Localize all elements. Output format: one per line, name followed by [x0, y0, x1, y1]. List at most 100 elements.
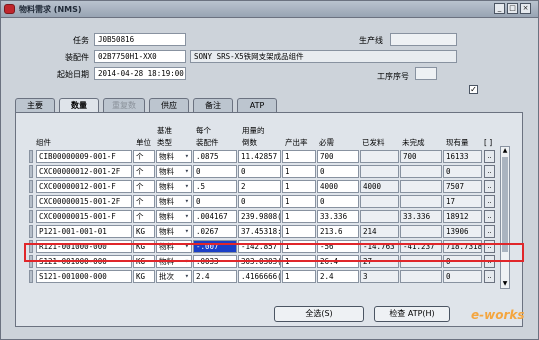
cell-component[interactable]: CXC00000012-001-F	[36, 180, 132, 193]
cell-onhand[interactable]: 718.7318	[443, 240, 482, 253]
cell-per[interactable]: .004167	[193, 210, 237, 223]
cell-inverse[interactable]: 37.45318:	[238, 225, 281, 238]
vertical-scrollbar[interactable]: ▲ ▼	[500, 146, 510, 289]
cell-inverse[interactable]: 2	[238, 180, 281, 193]
production-line-field[interactable]	[390, 33, 457, 46]
cell-open[interactable]	[400, 180, 442, 193]
cell-issued[interactable]: -14.763	[360, 240, 399, 253]
cell-per[interactable]: -.007	[193, 240, 237, 253]
cell-component[interactable]: R121-001000-000	[36, 240, 132, 253]
cell-inverse[interactable]: 239.9808(	[238, 210, 281, 223]
tab-atp[interactable]: ATP	[237, 98, 277, 113]
cell-component[interactable]: CXC00000012-001-2F	[36, 165, 132, 178]
cell-open[interactable]: 700	[400, 150, 442, 163]
minimize-icon[interactable]: _	[494, 3, 505, 14]
cell-per[interactable]: 0	[193, 195, 237, 208]
cell-yield[interactable]: 1	[282, 150, 316, 163]
cell-required[interactable]: 700	[317, 150, 359, 163]
cell-onhand[interactable]: 0	[443, 270, 482, 283]
cell-uom[interactable]: 个	[133, 165, 155, 178]
cell-inverse[interactable]: 11.42857	[238, 150, 281, 163]
cell-yield[interactable]: 1	[282, 165, 316, 178]
row-more-button[interactable]: ..	[484, 210, 495, 223]
cell-open[interactable]	[400, 225, 442, 238]
cell-issued[interactable]: 27	[360, 255, 399, 268]
row-selector[interactable]	[29, 150, 33, 163]
cell-uom[interactable]: 个	[133, 210, 155, 223]
cell-open[interactable]: -41.237	[400, 240, 442, 253]
row-selector[interactable]	[29, 270, 33, 283]
tab-main[interactable]: 主要	[15, 98, 55, 113]
close-icon[interactable]: ×	[520, 3, 531, 14]
cell-per[interactable]: .0267	[193, 225, 237, 238]
cell-open[interactable]	[400, 270, 442, 283]
cell-onhand[interactable]: 16133	[443, 150, 482, 163]
cell-required[interactable]: 0	[317, 195, 359, 208]
row-more-button[interactable]: ..	[484, 270, 495, 283]
cell-uom[interactable]: 个	[133, 195, 155, 208]
cell-open[interactable]	[400, 195, 442, 208]
start-date-field[interactable]: 2014-04-28 18:19:00	[94, 67, 186, 80]
assembly-field[interactable]: 02B7750H1-XX0	[94, 50, 186, 63]
cell-uom[interactable]: KG	[133, 255, 155, 268]
cell-issued[interactable]	[360, 150, 399, 163]
cell-inverse[interactable]: 303.0303(	[238, 255, 281, 268]
cell-issued[interactable]	[360, 195, 399, 208]
row-more-button[interactable]: ..	[484, 195, 495, 208]
cell-uom[interactable]: KG	[133, 270, 155, 283]
row-selector[interactable]	[29, 180, 33, 193]
view-atp-button[interactable]: 检查 ATP(H)	[374, 306, 450, 322]
cell-uom[interactable]: KG	[133, 240, 155, 253]
cell-inverse[interactable]: -142.857	[238, 240, 281, 253]
cell-required[interactable]: 213.6	[317, 225, 359, 238]
row-more-button[interactable]: ..	[484, 165, 495, 178]
cell-type[interactable]: 物料	[156, 150, 192, 163]
cell-type[interactable]: 物料	[156, 195, 192, 208]
tab-supply[interactable]: 供应	[149, 98, 189, 113]
cell-inverse[interactable]: 0	[238, 195, 281, 208]
row-selector[interactable]	[29, 165, 33, 178]
row-more-button[interactable]: ..	[484, 225, 495, 238]
cell-type[interactable]: 物料	[156, 255, 192, 268]
cell-inverse[interactable]: .4166666(	[238, 270, 281, 283]
cell-type[interactable]: 物料	[156, 180, 192, 193]
cell-required[interactable]: -56	[317, 240, 359, 253]
cell-issued[interactable]	[360, 165, 399, 178]
row-selector[interactable]	[29, 210, 33, 223]
row-more-button[interactable]: ..	[484, 150, 495, 163]
select-all-button[interactable]: 全选(S)	[274, 306, 364, 322]
cell-uom[interactable]: 个	[133, 150, 155, 163]
scroll-down-icon[interactable]: ▼	[501, 280, 509, 288]
cell-inverse[interactable]: 0	[238, 165, 281, 178]
cell-per[interactable]: 0	[193, 165, 237, 178]
row-selector[interactable]	[29, 225, 33, 238]
cell-per[interactable]: .0875	[193, 150, 237, 163]
cell-required[interactable]: 2.4	[317, 270, 359, 283]
cell-yield[interactable]: 1	[282, 225, 316, 238]
cell-required[interactable]: 33.336	[317, 210, 359, 223]
cell-issued[interactable]	[360, 210, 399, 223]
cell-yield[interactable]: 1	[282, 270, 316, 283]
cell-yield[interactable]: 1	[282, 240, 316, 253]
cell-component[interactable]: CXC00000015-001-2F	[36, 195, 132, 208]
cell-per[interactable]: .5	[193, 180, 237, 193]
row-selector[interactable]	[29, 195, 33, 208]
cell-component[interactable]: P121-001-001-01	[36, 225, 132, 238]
cell-per[interactable]: .0033	[193, 255, 237, 268]
cell-uom[interactable]: KG	[133, 225, 155, 238]
checkbox[interactable]: ✓	[469, 85, 478, 94]
cell-open[interactable]: 33.336	[400, 210, 442, 223]
cell-issued[interactable]: 4000	[360, 180, 399, 193]
cell-uom[interactable]: 个	[133, 180, 155, 193]
cell-onhand[interactable]: 18912	[443, 210, 482, 223]
cell-issued[interactable]: 214	[360, 225, 399, 238]
cell-open[interactable]	[400, 165, 442, 178]
cell-type[interactable]: 物料	[156, 165, 192, 178]
row-selector[interactable]	[29, 240, 33, 253]
row-more-button[interactable]: ..	[484, 255, 495, 268]
cell-onhand[interactable]: 7507	[443, 180, 482, 193]
cell-type[interactable]: 物料	[156, 225, 192, 238]
cell-type[interactable]: 物料	[156, 210, 192, 223]
cell-yield[interactable]: 1	[282, 210, 316, 223]
cell-onhand[interactable]: 17	[443, 195, 482, 208]
